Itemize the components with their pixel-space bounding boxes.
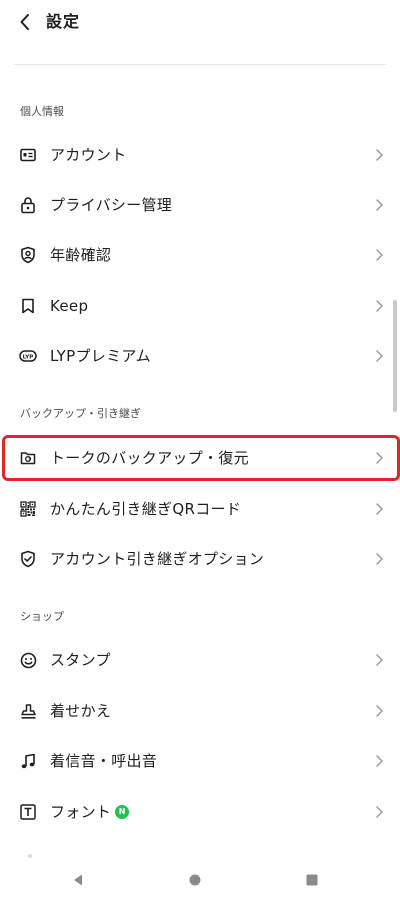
settings-item-label: 着せかえ (50, 702, 112, 720)
settings-item-label: かんたん引き継ぎQRコード (50, 500, 242, 518)
chevron-right-icon (376, 553, 383, 565)
settings-item-label: 着信音・呼出音 (50, 752, 158, 770)
settings-item-fonts[interactable]: フォント N (0, 787, 400, 837)
chevron-left-icon (20, 14, 29, 30)
settings-item-stickers[interactable]: スタンプ (0, 635, 400, 685)
chevron-right-icon (376, 503, 383, 515)
settings-item-account[interactable]: アカウント (0, 130, 400, 180)
chevron-right-icon (376, 654, 383, 666)
chevron-right-icon (376, 705, 383, 717)
chevron-right-icon (376, 149, 383, 161)
font-icon (18, 802, 38, 822)
settings-item-keep[interactable]: Keep (0, 281, 400, 331)
system-nav-bar (0, 858, 400, 901)
header: 設定 (0, 0, 400, 46)
settings-item-account-transfer-option[interactable]: アカウント引き継ぎオプション (0, 534, 400, 584)
backup-icon (18, 448, 38, 468)
settings-item-themes[interactable]: 着せかえ (0, 686, 400, 736)
lock-icon (18, 195, 38, 215)
settings-item-label: Keep (50, 297, 89, 315)
chevron-right-icon (376, 199, 383, 211)
back-button[interactable] (14, 11, 36, 33)
chevron-right-icon (376, 806, 383, 818)
lyp-badge-icon: LYP (18, 346, 38, 366)
settings-item-ringtones[interactable]: 着信音・呼出音 (0, 736, 400, 786)
section-title-shop: ショップ (20, 610, 64, 623)
new-badge: N (115, 804, 130, 819)
chevron-right-icon (376, 755, 383, 767)
section-title-backup-transfer: バックアップ・引き継ぎ (20, 407, 141, 420)
scrollbar[interactable] (393, 300, 397, 412)
settings-item-qr-transfer[interactable]: かんたん引き継ぎQRコード (0, 484, 400, 534)
music-note-icon (18, 751, 38, 771)
shield-check-icon (18, 549, 38, 569)
header-divider (14, 64, 386, 65)
settings-item-label-text: フォント (50, 803, 112, 821)
nav-back-icon[interactable] (68, 870, 88, 890)
chevron-right-icon (376, 300, 383, 312)
settings-item-label: フォント N (50, 787, 130, 837)
theme-stamp-icon (18, 701, 38, 721)
page-title: 設定 (46, 12, 81, 31)
chevron-right-icon (376, 249, 383, 261)
chevron-right-icon (376, 452, 383, 464)
qr-code-icon (18, 499, 38, 519)
settings-item-label: アカウント引き継ぎオプション (50, 550, 265, 568)
settings-item-age-verification[interactable]: 年齢確認 (0, 230, 400, 280)
section-title-personal-info: 個人情報 (20, 105, 64, 118)
bookmark-icon (18, 296, 38, 316)
settings-item-label: アカウント (50, 146, 127, 164)
settings-item-lyp-premium[interactable]: LYP LYPプレミアム (0, 331, 400, 381)
settings-item-label: プライバシー管理 (50, 196, 173, 214)
id-card-icon (18, 145, 38, 165)
settings-item-label: スタンプ (50, 651, 111, 669)
age-shield-icon (18, 245, 38, 265)
svg-text:LYP: LYP (23, 354, 34, 360)
settings-item-label: 年齢確認 (50, 246, 112, 264)
settings-item-label: LYPプレミアム (50, 347, 151, 365)
smiley-icon (18, 650, 38, 670)
nav-home-icon[interactable] (185, 870, 205, 890)
settings-item-privacy[interactable]: プライバシー管理 (0, 180, 400, 230)
settings-item-talk-backup-restore[interactable]: トークのバックアップ・復元 (0, 433, 400, 483)
chevron-right-icon (376, 350, 383, 362)
settings-item-label: トークのバックアップ・復元 (50, 449, 249, 467)
nav-recents-icon[interactable] (302, 870, 322, 890)
